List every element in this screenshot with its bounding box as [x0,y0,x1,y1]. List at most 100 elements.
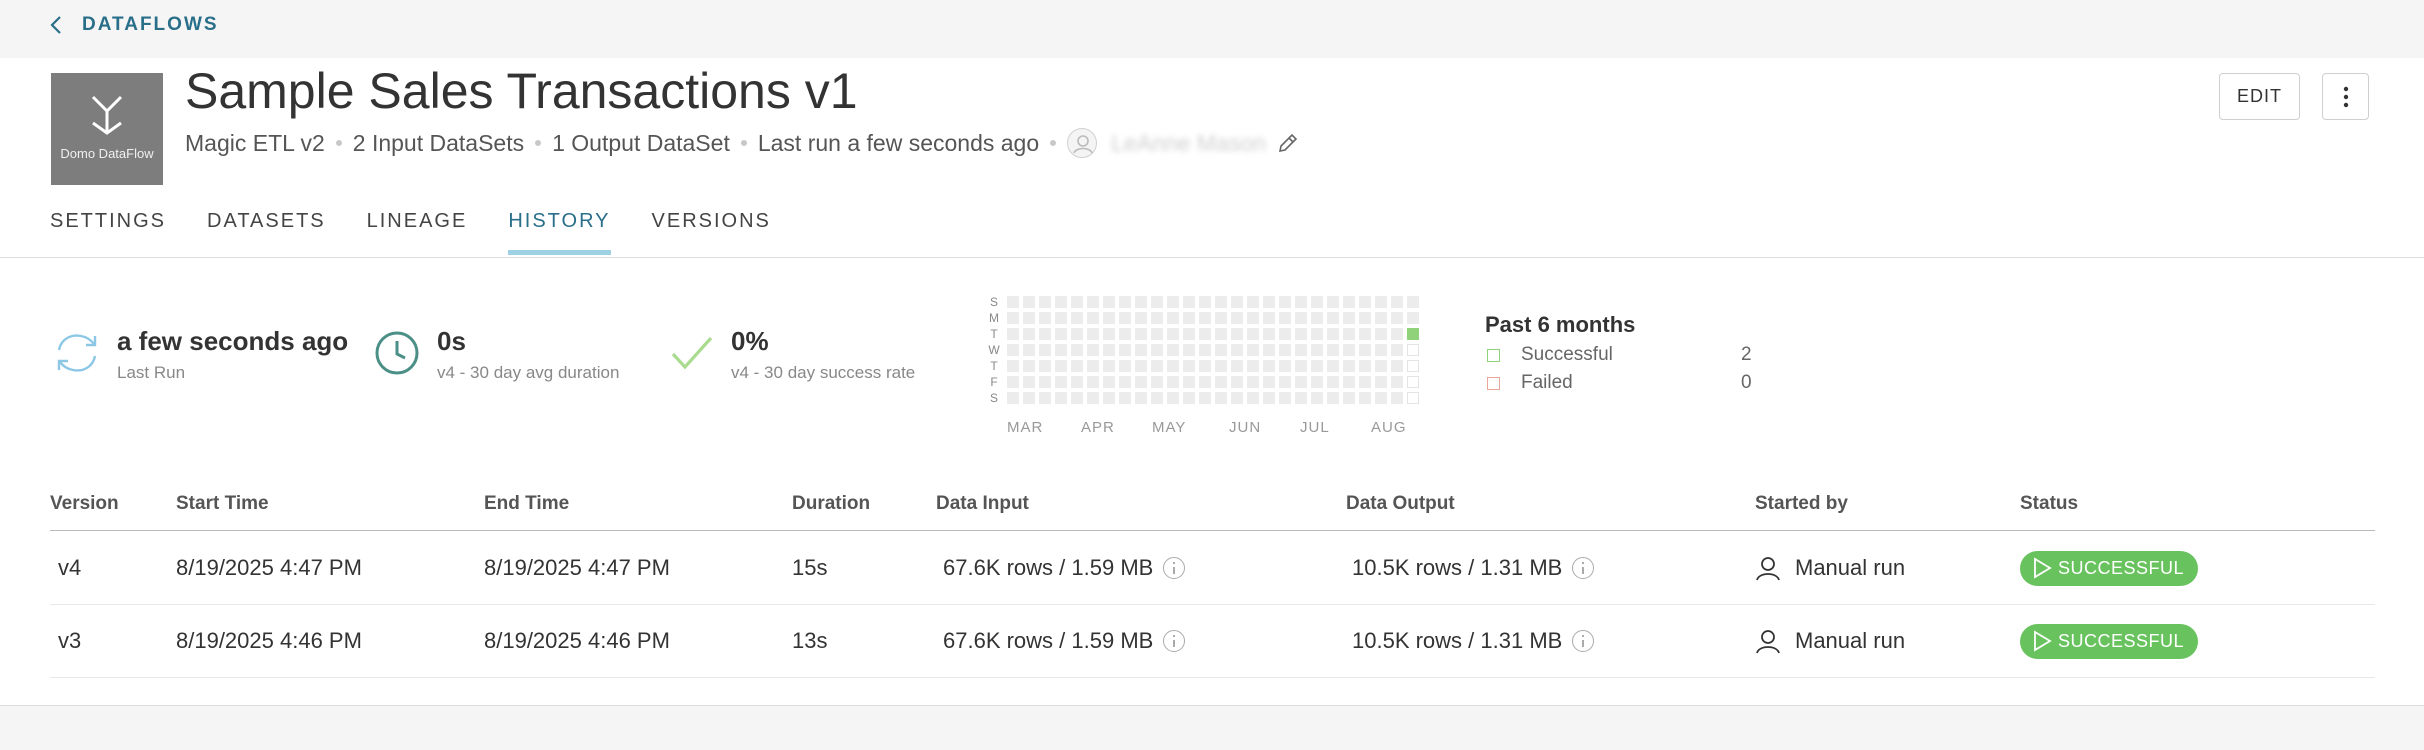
calendar-day-cell[interactable] [1295,376,1307,388]
calendar-day-cell[interactable] [1055,344,1067,356]
calendar-day-cell[interactable] [1359,296,1371,308]
calendar-day-cell[interactable] [1327,344,1339,356]
calendar-day-cell[interactable] [1295,296,1307,308]
calendar-day-cell[interactable] [1007,360,1019,372]
calendar-day-cell[interactable] [1135,376,1147,388]
calendar-day-cell[interactable] [1215,328,1227,340]
calendar-day-cell[interactable] [1359,360,1371,372]
calendar-day-cell[interactable] [1247,360,1259,372]
calendar-day-cell[interactable] [1087,328,1099,340]
calendar-day-cell[interactable] [1023,296,1035,308]
calendar-day-cell[interactable] [1311,376,1323,388]
calendar-day-cell[interactable] [1183,344,1195,356]
calendar-day-cell[interactable] [1391,392,1403,404]
calendar-day-cell[interactable] [1119,392,1131,404]
calendar-day-cell[interactable] [1023,360,1035,372]
calendar-day-cell[interactable] [1071,296,1083,308]
output-datasets-count[interactable]: 1 Output DataSet [552,130,730,157]
calendar-day-cell[interactable] [1183,328,1195,340]
calendar-day-cell[interactable] [1375,360,1387,372]
calendar-day-cell[interactable] [1391,360,1403,372]
calendar-day-cell[interactable] [1359,344,1371,356]
calendar-day-cell[interactable] [1167,296,1179,308]
calendar-day-cell[interactable] [1199,312,1211,324]
calendar-day-cell[interactable] [1231,344,1243,356]
calendar-day-cell[interactable] [1247,392,1259,404]
calendar-day-cell[interactable] [1103,312,1115,324]
calendar-day-cell[interactable] [1359,312,1371,324]
calendar-day-cell[interactable] [1039,344,1051,356]
calendar-day-cell[interactable] [1327,360,1339,372]
calendar-day-cell[interactable] [1007,376,1019,388]
calendar-day-cell[interactable] [1375,296,1387,308]
calendar-day-cell[interactable] [1359,376,1371,388]
calendar-day-cell[interactable] [1327,312,1339,324]
calendar-day-cell[interactable] [1039,312,1051,324]
calendar-day-cell[interactable] [1263,296,1275,308]
calendar-day-cell[interactable] [1311,392,1323,404]
calendar-day-cell[interactable] [1087,376,1099,388]
calendar-day-cell[interactable] [1087,344,1099,356]
column-header-version[interactable]: Version [50,493,119,515]
tab-datasets[interactable]: DATASETS [207,208,326,258]
calendar-day-cell[interactable] [1103,344,1115,356]
calendar-day-cell[interactable] [1231,360,1243,372]
calendar-day-cell[interactable] [1087,360,1099,372]
calendar-day-cell[interactable] [1007,392,1019,404]
column-header-start-time[interactable]: Start Time [176,493,269,515]
calendar-day-cell[interactable] [1311,312,1323,324]
calendar-day-cell[interactable] [1375,328,1387,340]
calendar-day-cell[interactable] [1343,392,1355,404]
calendar-day-cell[interactable] [1087,296,1099,308]
calendar-day-cell[interactable] [1007,312,1019,324]
calendar-day-cell[interactable] [1311,328,1323,340]
calendar-day-cell[interactable] [1087,312,1099,324]
calendar-day-cell[interactable] [1407,296,1419,308]
calendar-day-cell[interactable] [1215,296,1227,308]
table-row[interactable]: v4 8/19/2025 4:47 PM 8/19/2025 4:47 PM 1… [50,532,2375,605]
calendar-day-cell[interactable] [1327,376,1339,388]
calendar-day-cell[interactable] [1183,360,1195,372]
calendar-day-cell[interactable] [1151,344,1163,356]
calendar-day-cell[interactable] [1279,312,1291,324]
calendar-day-cell[interactable] [1279,296,1291,308]
column-header-data-output[interactable]: Data Output [1346,493,1455,515]
calendar-day-cell[interactable] [1071,392,1083,404]
calendar-day-cell[interactable] [1343,312,1355,324]
calendar-day-cell[interactable] [1359,392,1371,404]
calendar-day-cell[interactable] [1135,392,1147,404]
calendar-day-cell[interactable] [1151,376,1163,388]
calendar-day-cell[interactable] [1407,312,1419,324]
calendar-day-cell[interactable] [1103,360,1115,372]
calendar-day-cell[interactable] [1231,376,1243,388]
status-badge[interactable]: SUCCESSFUL [2020,623,2199,659]
calendar-day-cell[interactable] [1135,296,1147,308]
tab-history[interactable]: HISTORY [508,208,611,258]
calendar-day-cell[interactable] [1119,376,1131,388]
calendar-day-cell[interactable] [1263,312,1275,324]
calendar-day-cell[interactable] [1167,360,1179,372]
calendar-day-cell[interactable] [1295,344,1307,356]
calendar-day-cell[interactable] [1055,392,1067,404]
calendar-day-cell[interactable] [1391,344,1403,356]
calendar-day-cell[interactable] [1343,328,1355,340]
calendar-day-cell[interactable] [1167,344,1179,356]
calendar-day-cell[interactable] [1039,376,1051,388]
calendar-day-cell[interactable] [1151,360,1163,372]
calendar-day-cell[interactable] [1311,344,1323,356]
calendar-day-cell[interactable] [1055,328,1067,340]
column-header-data-input[interactable]: Data Input [936,493,1029,515]
calendar-day-cell[interactable] [1375,392,1387,404]
calendar-day-cell[interactable] [1247,344,1259,356]
calendar-day-cell[interactable] [1151,312,1163,324]
calendar-day-cell[interactable] [1231,296,1243,308]
calendar-day-cell[interactable] [1199,296,1211,308]
column-header-started-by[interactable]: Started by [1755,493,1848,515]
calendar-day-cell[interactable] [1039,360,1051,372]
calendar-day-cell[interactable] [1071,376,1083,388]
calendar-day-cell[interactable] [1119,296,1131,308]
calendar-day-cell[interactable] [1231,392,1243,404]
input-datasets-count[interactable]: 2 Input DataSets [353,130,524,157]
status-badge[interactable]: SUCCESSFUL [2020,550,2199,586]
pencil-edit-icon[interactable] [1276,131,1300,155]
